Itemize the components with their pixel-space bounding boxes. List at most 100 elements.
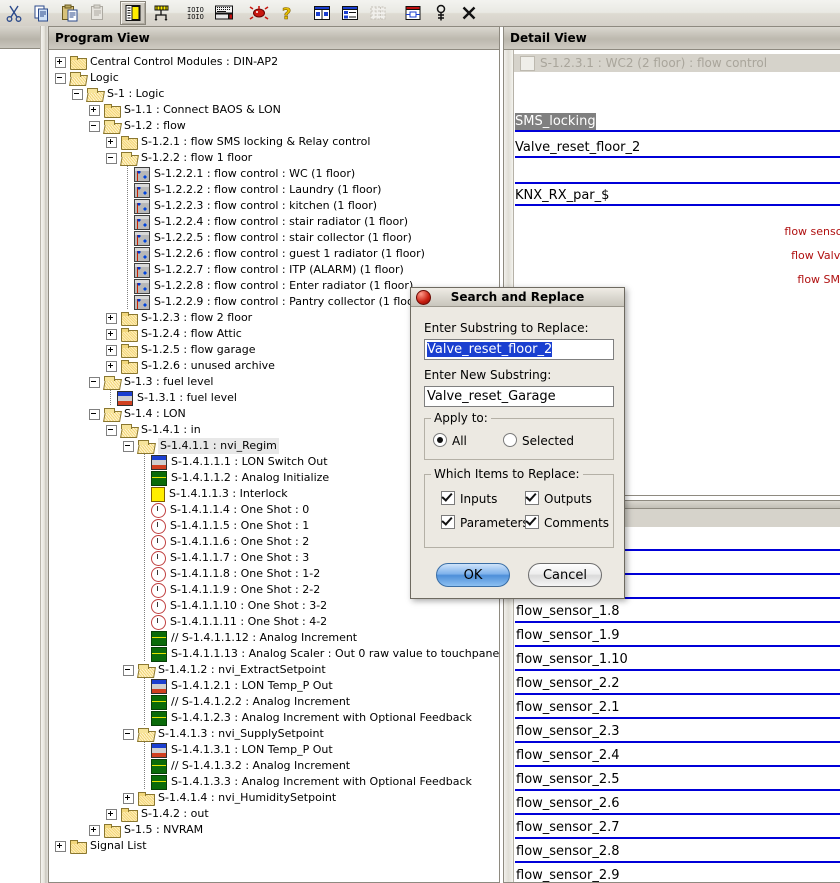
xpanel-row[interactable]: flow_sensor_2.8	[515, 843, 840, 867]
tree-node[interactable]: // S-1.4.1.3.2 : Analog Increment	[49, 758, 499, 774]
collapse-icon[interactable]	[106, 153, 117, 164]
copy-button[interactable]	[29, 1, 55, 25]
binary-data-button[interactable]: IOIO IOIO	[183, 1, 209, 25]
grid-view-button[interactable]	[365, 1, 391, 25]
tree-node[interactable]: S-1.4.2 : out	[49, 806, 499, 822]
collapse-icon[interactable]	[123, 441, 134, 452]
tree-node[interactable]: Signal List	[49, 838, 499, 854]
xpanel-row[interactable]: flow_sensor_2.1	[515, 699, 840, 723]
expand-icon[interactable]	[55, 57, 66, 68]
paste-special-button[interactable]	[85, 1, 111, 25]
tree-node[interactable]: S-1.1 : Connect BAOS & LON	[49, 102, 499, 118]
block-checkbox[interactable]	[520, 56, 535, 71]
detail-field[interactable]	[515, 165, 840, 185]
tree-node[interactable]: S-1.2.2.3 : flow control : kitchen (1 fl…	[49, 198, 499, 214]
tree-node[interactable]: S-1.4.1.1.10 : One Shot : 3-2	[49, 598, 499, 614]
debug-button[interactable]	[246, 1, 272, 25]
properties-button[interactable]	[120, 1, 146, 25]
expand-icon[interactable]	[89, 825, 100, 836]
tree-node-label: S-1.4.1.1.8 : One Shot : 1-2	[170, 566, 320, 582]
checkbox-inputs[interactable]: Inputs	[441, 491, 497, 506]
tree-node[interactable]: S-1.2.2.6 : flow control : guest 1 radia…	[49, 246, 499, 262]
pin-button[interactable]	[428, 1, 454, 25]
expand-icon[interactable]	[106, 345, 117, 356]
xpanel-row[interactable]: flow_sensor_1.9	[515, 627, 840, 651]
expand-icon[interactable]	[123, 793, 134, 804]
keyboard-input-button[interactable]	[211, 1, 237, 25]
tree-node[interactable]: // S-1.4.1.2.2 : Analog Increment	[49, 694, 499, 710]
xpanel-row[interactable]: flow_sensor_2.3	[515, 723, 840, 747]
collapse-icon[interactable]	[123, 729, 134, 740]
tree-node[interactable]: // S-1.4.1.1.12 : Analog Increment	[49, 630, 499, 646]
tree-node[interactable]: S-1.2.2.2 : flow control : Laundry (1 fl…	[49, 182, 499, 198]
expand-icon[interactable]	[106, 361, 117, 372]
new-substring-input[interactable]: Valve_reset_Garage	[424, 386, 614, 407]
detail-field[interactable]: Valve_reset_floor_2	[515, 139, 840, 159]
close-button[interactable]	[456, 1, 482, 25]
tree-node[interactable]: S-1 : Logic	[49, 86, 499, 102]
tree-node[interactable]: S-1.4.1.1.11 : One Shot : 4-2	[49, 614, 499, 630]
ok-button[interactable]: OK	[436, 563, 510, 587]
tree-connector	[123, 294, 133, 310]
expand-icon[interactable]	[106, 137, 117, 148]
tree-node-label: S-1.2.2.3 : flow control : kitchen (1 fl…	[154, 198, 377, 214]
connections-button[interactable]	[148, 1, 174, 25]
tree-node-label: Central Control Modules : DIN-AP2	[90, 54, 278, 70]
collapse-icon[interactable]	[89, 377, 100, 388]
expand-icon[interactable]	[106, 329, 117, 340]
tree-node-label: S-1.4.1.4 : nvi_HumiditySetpoint	[158, 790, 336, 806]
tree-node[interactable]: S-1.4.1.3.3 : Analog Increment with Opti…	[49, 774, 499, 790]
detail-field[interactable]: SMS_locking	[515, 113, 840, 133]
split-view-button[interactable]	[309, 1, 335, 25]
detail-view-button[interactable]	[337, 1, 363, 25]
tree-node[interactable]: S-1.2.2.5 : flow control : stair collect…	[49, 230, 499, 246]
expand-icon[interactable]	[55, 841, 66, 852]
xpanel-row[interactable]: flow_sensor_2.9	[515, 867, 840, 883]
tree-node[interactable]: S-1.4.1.1.13 : Analog Scaler : Out 0 raw…	[49, 646, 499, 662]
expand-icon[interactable]	[106, 313, 117, 324]
radio-selected[interactable]: Selected	[503, 433, 574, 448]
tree-node[interactable]: S-1.2.2 : flow 1 floor	[49, 150, 499, 166]
tree-node[interactable]: S-1.2.2.1 : flow control : WC (1 floor)	[49, 166, 499, 182]
tree-node[interactable]: S-1.2 : flow	[49, 118, 499, 134]
xpanel-row[interactable]: flow_sensor_2.7	[515, 819, 840, 843]
help-button[interactable]: ?	[274, 1, 300, 25]
xpanel-row[interactable]: flow_sensor_2.6	[515, 795, 840, 819]
tree-connector	[123, 166, 133, 182]
collapse-icon[interactable]	[72, 89, 83, 100]
xpanel-row[interactable]: flow_sensor_2.2	[515, 675, 840, 699]
tree-node[interactable]: S-1.4.1.2.3 : Analog Increment with Opti…	[49, 710, 499, 726]
checkbox-outputs[interactable]: Outputs	[525, 491, 592, 506]
paste-button[interactable]	[57, 1, 83, 25]
checkbox-parameters[interactable]: Parameters	[441, 515, 529, 530]
tree-node[interactable]: S-1.5 : NVRAM	[49, 822, 499, 838]
xpanel-row[interactable]: flow_sensor_1.10	[515, 651, 840, 675]
collapse-icon[interactable]	[106, 425, 117, 436]
tree-node[interactable]: Logic	[49, 70, 499, 86]
tree-node[interactable]: S-1.4.1.2.1 : LON Temp_P Out	[49, 678, 499, 694]
radio-all[interactable]: All	[433, 433, 467, 448]
substring-input[interactable]: Valve_reset_floor_2	[424, 339, 614, 360]
tree-node[interactable]: S-1.2.2.7 : flow control : ITP (ALARM) (…	[49, 262, 499, 278]
collapse-icon[interactable]	[123, 665, 134, 676]
cut-button[interactable]	[1, 1, 27, 25]
tree-node[interactable]: S-1.2.2.4 : flow control : stair radiato…	[49, 214, 499, 230]
collapse-icon[interactable]	[55, 73, 66, 84]
xpanel-row[interactable]: flow_sensor_1.8	[515, 603, 840, 627]
detail-field[interactable]: KNX_RX_par_$	[515, 187, 840, 207]
collapse-icon[interactable]	[89, 409, 100, 420]
tree-node[interactable]: S-1.4.1.3 : nvi_SupplySetpoint	[49, 726, 499, 742]
xpanel-row[interactable]: flow_sensor_2.4	[515, 747, 840, 771]
tree-node[interactable]: S-1.4.1.2 : nvi_ExtractSetpoint	[49, 662, 499, 678]
collapse-icon[interactable]	[89, 121, 100, 132]
expand-icon[interactable]	[106, 809, 117, 820]
tree-node[interactable]: Central Control Modules : DIN-AP2	[49, 54, 499, 70]
cancel-button[interactable]: Cancel	[528, 563, 602, 587]
tree-node[interactable]: S-1.4.1.4 : nvi_HumiditySetpoint	[49, 790, 499, 806]
expand-icon[interactable]	[89, 105, 100, 116]
xpanel-button[interactable]	[400, 1, 426, 25]
checkbox-comments[interactable]: Comments	[525, 515, 609, 530]
tree-node[interactable]: S-1.4.1.3.1 : LON Temp_P Out	[49, 742, 499, 758]
xpanel-row[interactable]: flow_sensor_2.5	[515, 771, 840, 795]
tree-node[interactable]: S-1.2.1 : flow SMS locking & Relay contr…	[49, 134, 499, 150]
